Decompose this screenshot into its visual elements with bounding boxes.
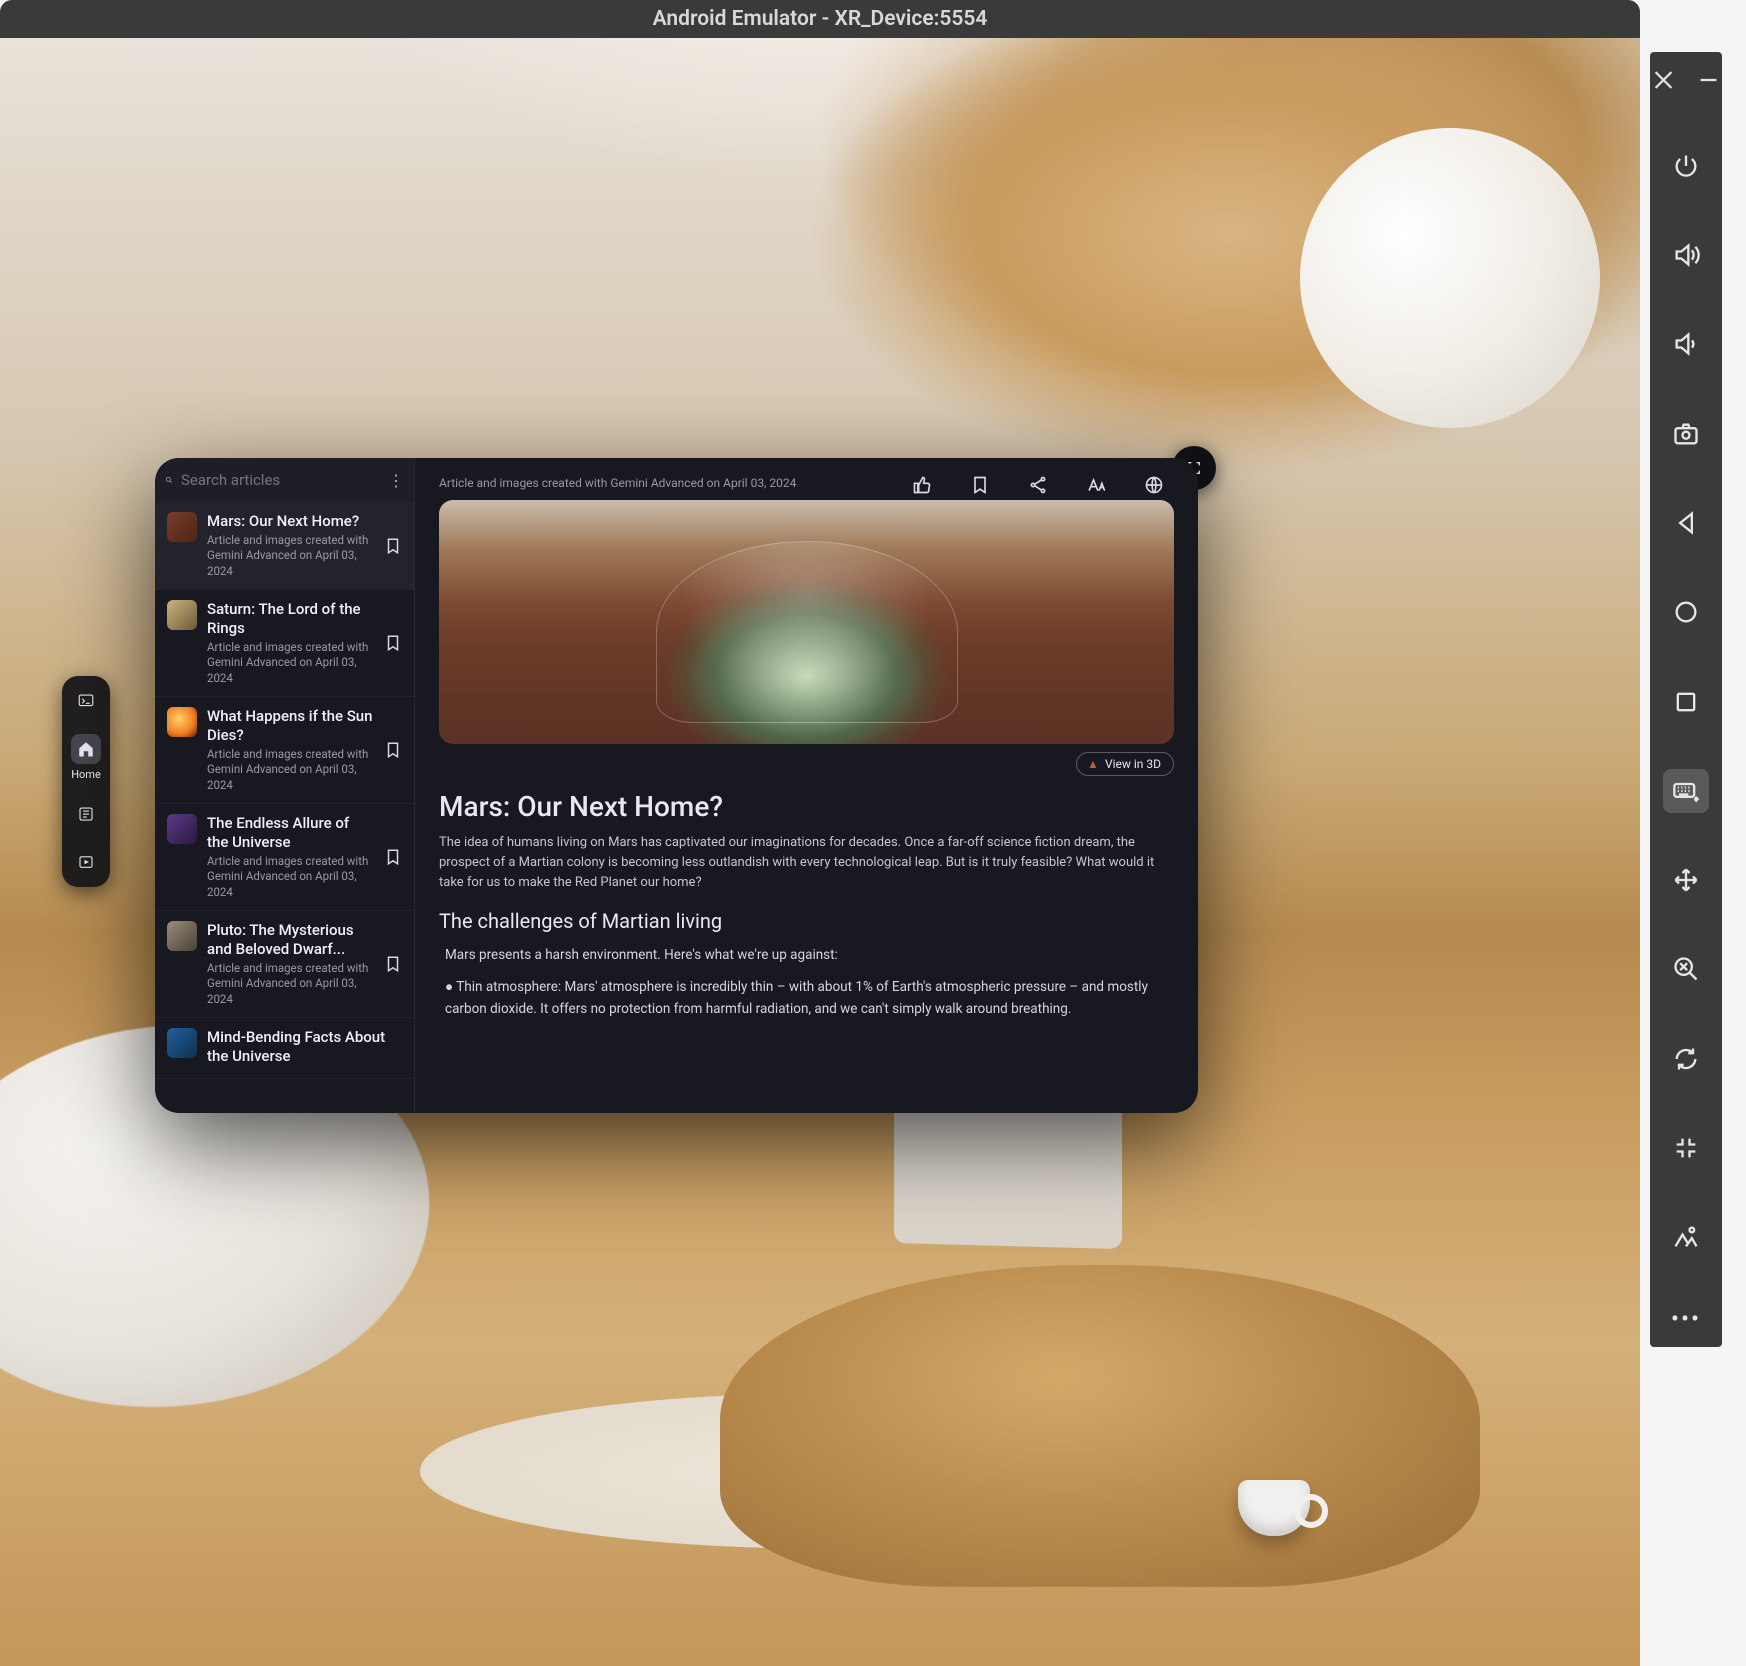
list-item-title: Mars: Our Next Home?	[207, 512, 374, 531]
search-icon	[165, 471, 173, 489]
decor-lamp	[1300, 128, 1600, 428]
emulator-control-bar: •••	[1650, 52, 1722, 1347]
scenery-button[interactable]	[1663, 1216, 1709, 1259]
list-item-title: What Happens if the Sun Dies?	[207, 707, 374, 745]
decor-table	[720, 1265, 1480, 1587]
share-icon[interactable]	[1028, 475, 1048, 495]
thumbnail-icon	[167, 814, 197, 844]
list-item[interactable]: What Happens if the Sun Dies? Article an…	[155, 697, 414, 804]
list-item-subtitle: Article and images created with Gemini A…	[207, 640, 374, 687]
kebab-menu-button[interactable]: ⋮	[388, 466, 404, 494]
list-item-text: The Endless Allure of the Universe Artic…	[207, 814, 374, 900]
list-item-title: Saturn: The Lord of the Rings	[207, 600, 374, 638]
thumbnail-icon	[167, 1028, 197, 1058]
thumbnail-icon	[167, 512, 197, 542]
article-body: Mars presents a harsh environment. Here'…	[439, 945, 1174, 967]
thumbnail-icon	[167, 600, 197, 630]
home-button[interactable]	[1663, 591, 1709, 634]
thumbnail-icon	[167, 707, 197, 737]
volume-up-button[interactable]	[1663, 233, 1709, 276]
volume-down-button[interactable]	[1663, 323, 1709, 366]
list-item[interactable]: Saturn: The Lord of the Rings Article an…	[155, 590, 414, 697]
article-toolbar	[912, 475, 1174, 495]
list-item-text: Pluto: The Mysterious and Beloved Dwarf.…	[207, 921, 374, 1007]
list-item-text: Mars: Our Next Home? Article and images …	[207, 512, 374, 579]
article-hero-image	[439, 500, 1174, 744]
section-heading: The challenges of Martian living	[439, 909, 1174, 933]
list-item-text: Saturn: The Lord of the Rings Article an…	[207, 600, 374, 686]
screenshot-button[interactable]	[1663, 412, 1709, 455]
article-title: Mars: Our Next Home?	[439, 790, 1174, 823]
zoom-button[interactable]	[1663, 948, 1709, 991]
bookmark-icon[interactable]	[384, 955, 402, 973]
list-item-text: What Happens if the Sun Dies? Article an…	[207, 707, 374, 793]
back-button[interactable]	[1663, 501, 1709, 544]
move-button[interactable]	[1663, 859, 1709, 902]
search-input[interactable]	[181, 471, 380, 489]
bookmark-icon[interactable]	[384, 848, 402, 866]
like-icon[interactable]	[912, 475, 932, 495]
app-panel: ⋮ Mars: Our Next Home? Article and image…	[155, 458, 1198, 1113]
minimize-icon[interactable]	[1695, 66, 1722, 94]
close-icon[interactable]	[1650, 66, 1677, 94]
list-item-subtitle: Article and images created with Gemini A…	[207, 747, 374, 794]
article-lead: The idea of humans living on Mars has ca…	[439, 833, 1174, 893]
overview-button[interactable]	[1663, 680, 1709, 723]
article-content[interactable]: Article and images created with Gemini A…	[415, 458, 1198, 1113]
power-button[interactable]	[1663, 144, 1709, 187]
list-item[interactable]: Pluto: The Mysterious and Beloved Dwarf.…	[155, 911, 414, 1018]
globe-icon[interactable]	[1144, 475, 1164, 495]
search-row: ⋮	[155, 458, 414, 502]
more-button[interactable]: •••	[1671, 1305, 1701, 1333]
list-item[interactable]: Mind-Bending Facts About the Universe	[155, 1018, 414, 1079]
bookmark-icon[interactable]	[970, 475, 990, 495]
list-item-subtitle: Article and images created with Gemini A…	[207, 961, 374, 1008]
list-item-title: Pluto: The Mysterious and Beloved Dwarf.…	[207, 921, 374, 959]
list-item-title: The Endless Allure of the Universe	[207, 814, 374, 852]
nav-home-button[interactable]	[71, 734, 101, 764]
nav-home-label: Home	[71, 768, 101, 781]
xr-scene: Home ⋮ Mars: Our Next H	[0, 38, 1640, 1666]
nav-video-button[interactable]	[71, 847, 101, 877]
emulator-window: Android Emulator - XR_Device:5554 Home	[0, 0, 1640, 1666]
window-titlebar: Android Emulator - XR_Device:5554	[0, 0, 1640, 38]
view-3d-button[interactable]: ▲ View in 3D	[1076, 752, 1174, 776]
bookmark-icon[interactable]	[384, 741, 402, 759]
nav-library-button[interactable]	[71, 799, 101, 829]
list-item[interactable]: Mars: Our Next Home? Article and images …	[155, 502, 414, 590]
article-meta: Article and images created with Gemini A…	[439, 476, 912, 490]
thumbnail-icon	[167, 921, 197, 951]
list-item-subtitle: Article and images created with Gemini A…	[207, 533, 374, 580]
list-item-title: Mind-Bending Facts About the Universe	[207, 1028, 402, 1066]
article-bullet: ● Thin atmosphere: Mars' atmosphere is i…	[439, 977, 1174, 1020]
list-item-subtitle: Article and images created with Gemini A…	[207, 854, 374, 901]
bookmark-icon[interactable]	[384, 537, 402, 555]
nav-rail: Home	[62, 676, 110, 887]
article-list[interactable]: Mars: Our Next Home? Article and images …	[155, 502, 414, 1113]
rotate-button[interactable]	[1663, 1037, 1709, 1080]
nav-terminal-button[interactable]	[71, 686, 101, 716]
keyboard-input-button[interactable]	[1663, 769, 1709, 812]
article-sidebar: ⋮ Mars: Our Next Home? Article and image…	[155, 458, 415, 1113]
view-3d-label: View in 3D	[1105, 757, 1161, 771]
list-item-text: Mind-Bending Facts About the Universe	[207, 1028, 402, 1068]
view-3d-icon: ▲	[1087, 757, 1099, 771]
text-size-icon[interactable]	[1086, 475, 1106, 495]
list-item[interactable]: The Endless Allure of the Universe Artic…	[155, 804, 414, 911]
window-controls	[1650, 66, 1722, 98]
bookmark-icon[interactable]	[384, 634, 402, 652]
window-title: Android Emulator - XR_Device:5554	[653, 7, 988, 31]
collapse-button[interactable]	[1663, 1126, 1709, 1169]
